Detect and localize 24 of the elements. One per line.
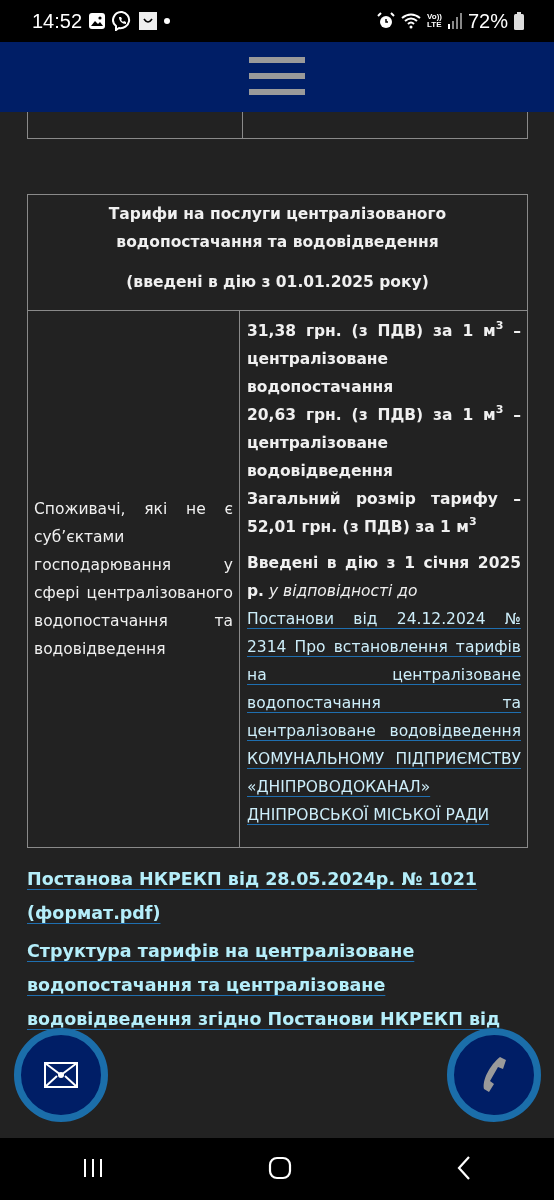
document-link[interactable]: Структура тарифів на централізоване водопостачання та централізоване водовідведення згідно Постанови НКРЕКП від bbox=[27, 934, 528, 1036]
signal-icon bbox=[447, 13, 462, 29]
table-title: Тарифи на послуги централізованого водопостачання та водовідведення bbox=[107, 204, 448, 253]
table-subtitle: (введені в дію з 01.01.2025 року) bbox=[125, 272, 430, 293]
tariff-line: Загальний розмір тарифу – 52,01 грн. (з ПДВ) за 1 м$^{3}$ bbox=[247, 489, 521, 538]
battery-icon bbox=[514, 12, 524, 30]
bag-icon bbox=[138, 11, 159, 31]
wifi-icon bbox=[401, 13, 421, 29]
tariff-line: 20,63 грн. (з ПДВ) за 1 м$^{3}$ – централізоване водовідведення bbox=[247, 402, 521, 482]
volte-label: Vo)) bbox=[427, 13, 442, 21]
tariff-line: 31,38 грн. (з ПДВ) за 1 м$^{3}$ – централізоване водопостачання bbox=[247, 318, 521, 398]
effective-note: Введені в дію з 1 січня 2025 р. у відповідності до bbox=[247, 553, 521, 602]
image-icon bbox=[88, 12, 107, 30]
resolution-link[interactable]: Постанови від 24.12.2024 № 2314 Про встановлення тарифів на централізоване водопостачання та централізоване водовідведення КОМУНАЛЬНОМУ ПІДПРИЄМСТВУ «ДНІПРОВОДОКАНАЛ» ДНІПРОВСЬКОЇ МІСЬКОЇ РАДИ bbox=[247, 605, 521, 829]
dot-icon bbox=[164, 18, 171, 24]
document-link[interactable]: Постанова НКРЕКП від 28.05.2024р. № 1021 (формат.pdf) bbox=[27, 862, 528, 930]
battery-percent: 72% bbox=[467, 9, 508, 33]
consumer-text: Споживачі, які не є суб’єктами господарювання у сфері централізованого водопостачання та водовідведення bbox=[34, 500, 233, 658]
phone-chat-icon bbox=[112, 11, 133, 31]
envelope-icon bbox=[44, 1062, 78, 1088]
menu-button[interactable] bbox=[249, 56, 305, 98]
alarm-icon bbox=[377, 12, 395, 30]
lte-label: LTE bbox=[427, 21, 442, 29]
clock-time: 14:52 bbox=[32, 9, 83, 33]
